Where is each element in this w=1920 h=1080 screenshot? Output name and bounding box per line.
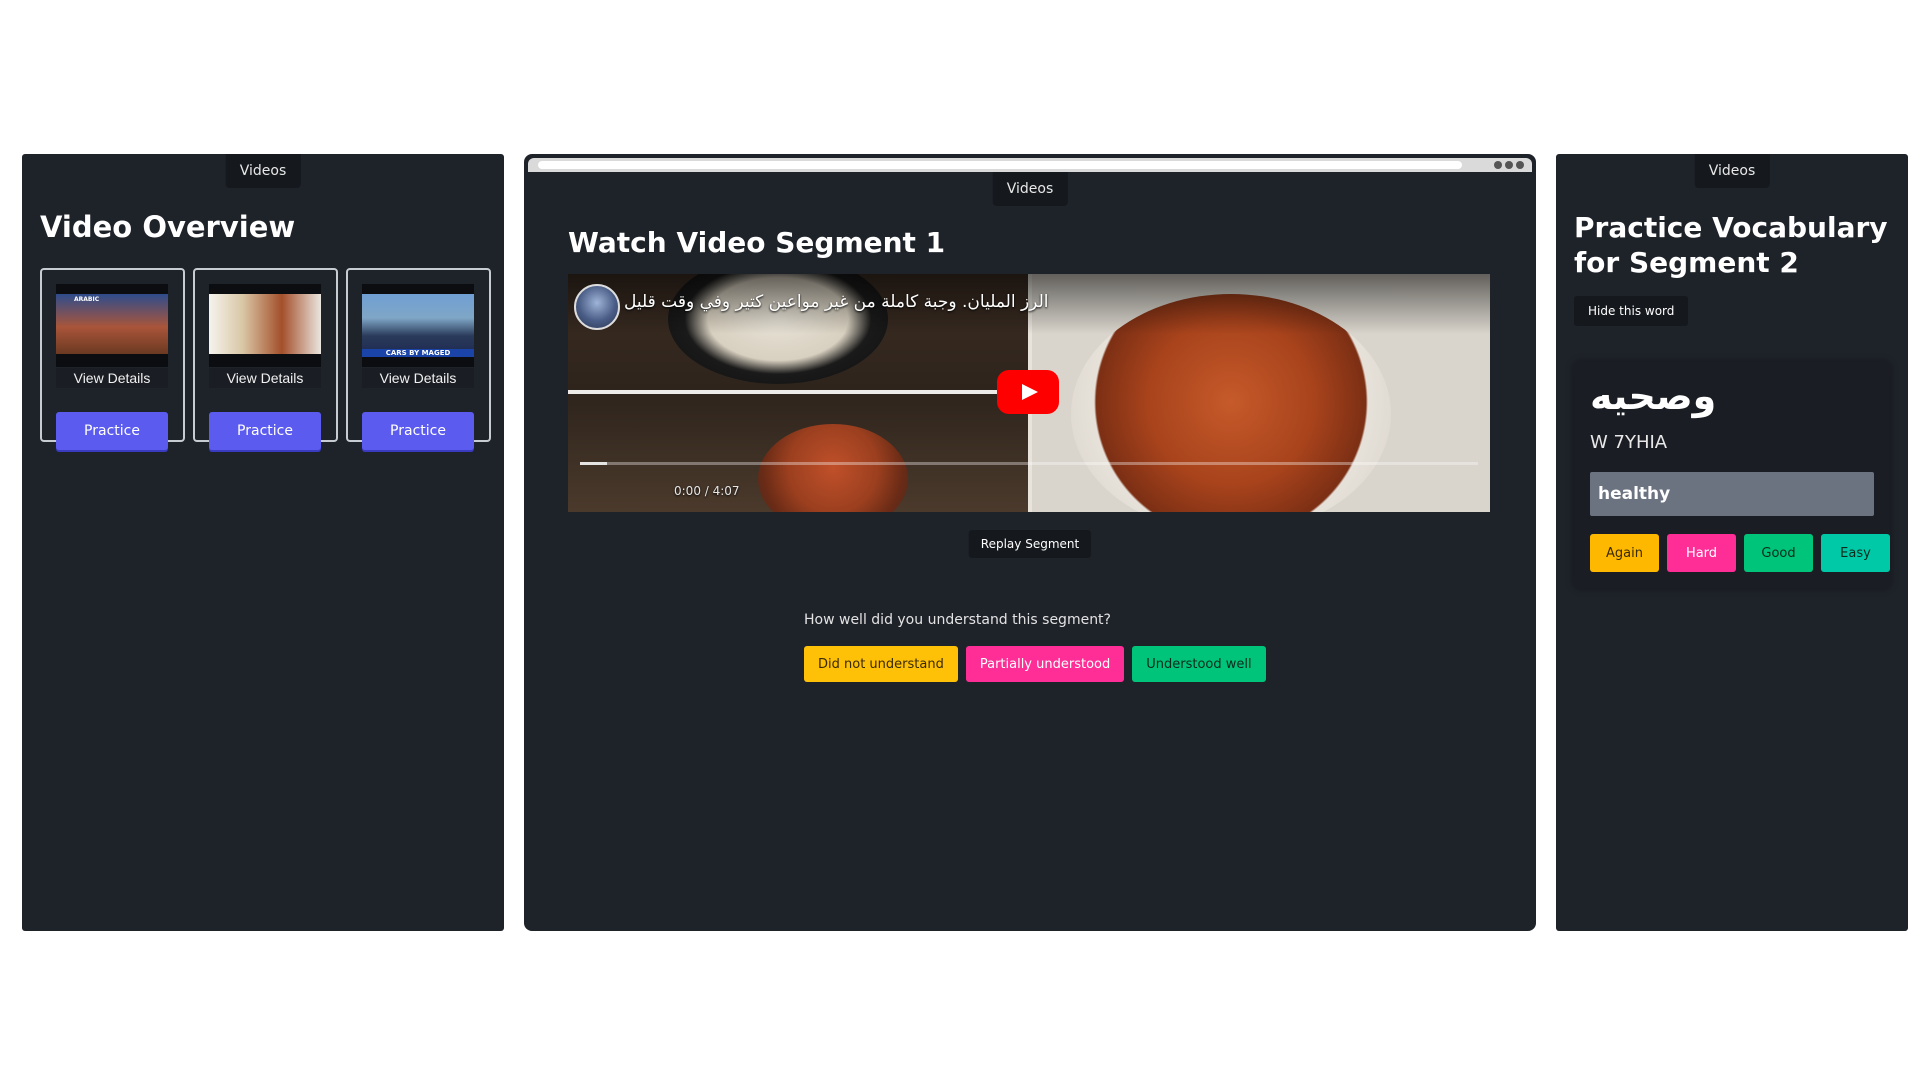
video-title[interactable]: الرز المليان. وجبة كاملة من غير مواعين ك… [624,292,1048,312]
window-dot-icon[interactable] [1494,161,1502,169]
window-dot-icon[interactable] [1505,161,1513,169]
play-icon[interactable] [997,370,1059,414]
video-progress-fill [580,462,607,465]
hide-word-button[interactable]: Hide this word [1574,296,1689,326]
page-title: Practice Vocabulary for Segment 2 [1574,211,1888,279]
video-thumbnail[interactable] [209,284,321,367]
view-details-button[interactable]: View Details [362,368,474,388]
thumbnail-image [56,294,168,354]
page-title: Watch Video Segment 1 [568,226,946,259]
again-button[interactable]: Again [1590,534,1659,572]
video-overview-panel: Videos Video Overview ARABIC View Detail… [22,154,504,931]
thumbnail-image [209,294,321,354]
videos-tab[interactable]: Videos [1694,154,1770,188]
view-details-button[interactable]: View Details [209,368,321,388]
page-title: Video Overview [40,210,296,244]
rice-image [758,424,908,512]
transliteration: W 7YHIA [1590,432,1668,453]
thumbnail-caption: CARS BY MAGED [362,349,474,357]
watch-segment-panel: Videos Watch Video Segment 1 الرز المليا… [524,154,1536,931]
view-details-button[interactable]: View Details [56,368,168,388]
vocabulary-flashcard: وصحيه W 7YHIA Again Hard Good Easy [1574,362,1890,588]
did-not-understand-button[interactable]: Did not understand [804,646,958,682]
channel-avatar[interactable] [574,284,620,330]
partially-understood-button[interactable]: Partially understood [965,646,1125,682]
review-buttons: Again Hard Good Easy [1590,534,1890,572]
easy-button[interactable]: Easy [1821,534,1890,572]
practice-button[interactable]: Practice [362,412,474,450]
comprehension-question: How well did you understand this segment… [804,612,1111,628]
answer-input[interactable] [1590,472,1874,516]
video-card-list: ARABIC View Details Practice View Detail… [40,268,491,450]
address-bar[interactable] [538,161,1462,169]
practice-button[interactable]: Practice [56,412,168,450]
window-dot-icon[interactable] [1516,161,1524,169]
videos-tab[interactable]: Videos [225,154,301,188]
video-thumbnail[interactable]: ARABIC [56,284,168,367]
replay-segment-button[interactable]: Replay Segment [968,530,1092,558]
video-card: ARABIC View Details Practice [40,268,185,450]
vocabulary-word: وصحيه [1590,374,1717,418]
video-card: View Details Practice [193,268,338,450]
practice-button[interactable]: Practice [209,412,321,450]
comprehension-rating-row: Did not understand Partially understood … [804,646,1266,682]
video-time: 0:00 / 4:07 [674,484,740,498]
video-card: CARS BY MAGED View Details Practice [346,268,491,450]
practice-vocabulary-panel: Videos Practice Vocabulary for Segment 2… [1556,154,1908,931]
thumbnail-image [362,294,474,354]
frame-divider [568,390,1028,394]
video-progress-bar[interactable] [580,462,1478,465]
browser-chrome [528,158,1532,172]
thumbnail-caption: ARABIC [74,296,100,303]
hard-button[interactable]: Hard [1667,534,1736,572]
good-button[interactable]: Good [1744,534,1813,572]
video-player[interactable]: الرز المليان. وجبة كاملة من غير مواعين ك… [568,274,1490,512]
videos-tab[interactable]: Videos [992,172,1068,206]
understood-well-button[interactable]: Understood well [1132,646,1266,682]
video-thumbnail[interactable]: CARS BY MAGED [362,284,474,367]
